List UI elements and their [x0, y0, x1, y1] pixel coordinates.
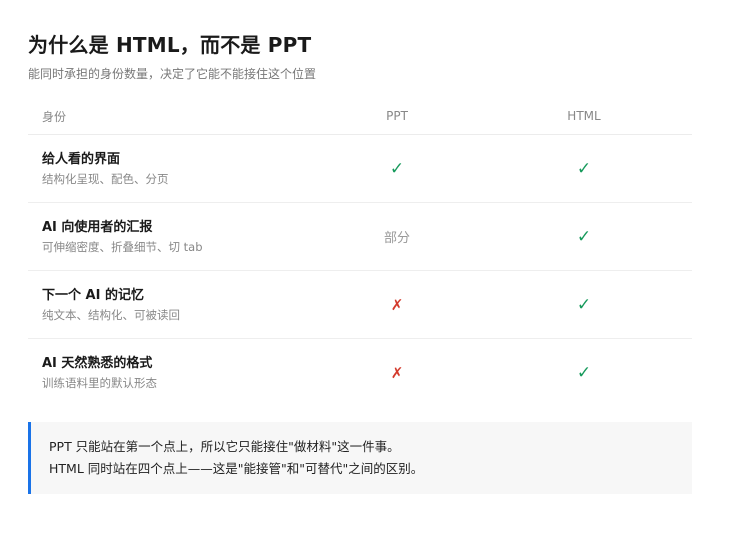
ppt-cell: ✓ — [298, 159, 496, 179]
check-icon: ✓ — [576, 226, 592, 247]
identity-desc: 可伸缩密度、折叠细节、切 tab — [42, 239, 203, 254]
html-cell: ✓ — [496, 295, 672, 315]
html-cell: ✓ — [496, 159, 672, 179]
callout-line-2: HTML 同时站在四个点上——这是"能接管"和"可替代"之间的区别。 — [49, 461, 424, 476]
identity-desc: 结构化呈现、配色、分页 — [42, 171, 169, 186]
check-icon: ✓ — [576, 294, 592, 315]
header-ppt: PPT — [386, 109, 408, 123]
identity-cell: AI 天然熟悉的格式 训练语料里的默认形态 — [28, 355, 298, 391]
table-row: 给人看的界面 结构化呈现、配色、分页 ✓ ✓ — [28, 135, 692, 203]
ppt-cell: 部分 — [298, 227, 496, 246]
identity-cell: 给人看的界面 结构化呈现、配色、分页 — [28, 151, 298, 187]
identity-desc: 训练语料里的默认形态 — [42, 375, 157, 390]
html-cell: ✓ — [496, 227, 672, 247]
html-cell: ✓ — [496, 363, 672, 383]
page-title: 为什么是 HTML，而不是 PPT — [28, 33, 312, 57]
check-icon: ✓ — [576, 362, 592, 383]
identity-desc: 纯文本、结构化、可被读回 — [42, 307, 180, 322]
identity-title: AI 天然熟悉的格式 — [42, 355, 153, 371]
table-header: 身份 PPT HTML — [28, 98, 692, 135]
identity-title: 给人看的界面 — [42, 151, 121, 167]
table-row: AI 天然熟悉的格式 训练语料里的默认形态 ✗ ✓ — [28, 339, 692, 406]
ppt-cell: ✗ — [298, 295, 496, 314]
header-identity: 身份 — [42, 109, 67, 124]
partial-label: 部分 — [383, 231, 410, 246]
table-row: AI 向使用者的汇报 可伸缩密度、折叠细节、切 tab 部分 ✓ — [28, 203, 692, 271]
comparison-table: 身份 PPT HTML 给人看的界面 结构化呈现、配色、分页 ✓ ✓ AI 向使… — [28, 98, 692, 406]
ppt-cell: ✗ — [298, 363, 496, 382]
page: 为什么是 HTML，而不是 PPT 能同时承担的身份数量，决定了它能不能接住这个… — [28, 30, 692, 494]
identity-title: 下一个 AI 的记忆 — [42, 287, 144, 303]
identity-title: AI 向使用者的汇报 — [42, 219, 153, 235]
check-icon: ✓ — [389, 158, 405, 179]
cross-icon: ✗ — [390, 296, 404, 314]
check-icon: ✓ — [576, 158, 592, 179]
callout-line-1: PPT 只能站在第一个点上，所以它只能接住"做材料"这一件事。 — [49, 439, 400, 454]
header-html: HTML — [567, 109, 601, 123]
identity-cell: 下一个 AI 的记忆 纯文本、结构化、可被读回 — [28, 287, 298, 323]
table-row: 下一个 AI 的记忆 纯文本、结构化、可被读回 ✗ ✓ — [28, 271, 692, 339]
page-subtitle: 能同时承担的身份数量，决定了它能不能接住这个位置 — [28, 67, 317, 81]
identity-cell: AI 向使用者的汇报 可伸缩密度、折叠细节、切 tab — [28, 219, 298, 255]
cross-icon: ✗ — [390, 364, 404, 382]
callout-note: PPT 只能站在第一个点上，所以它只能接住"做材料"这一件事。 HTML 同时站… — [28, 422, 692, 494]
